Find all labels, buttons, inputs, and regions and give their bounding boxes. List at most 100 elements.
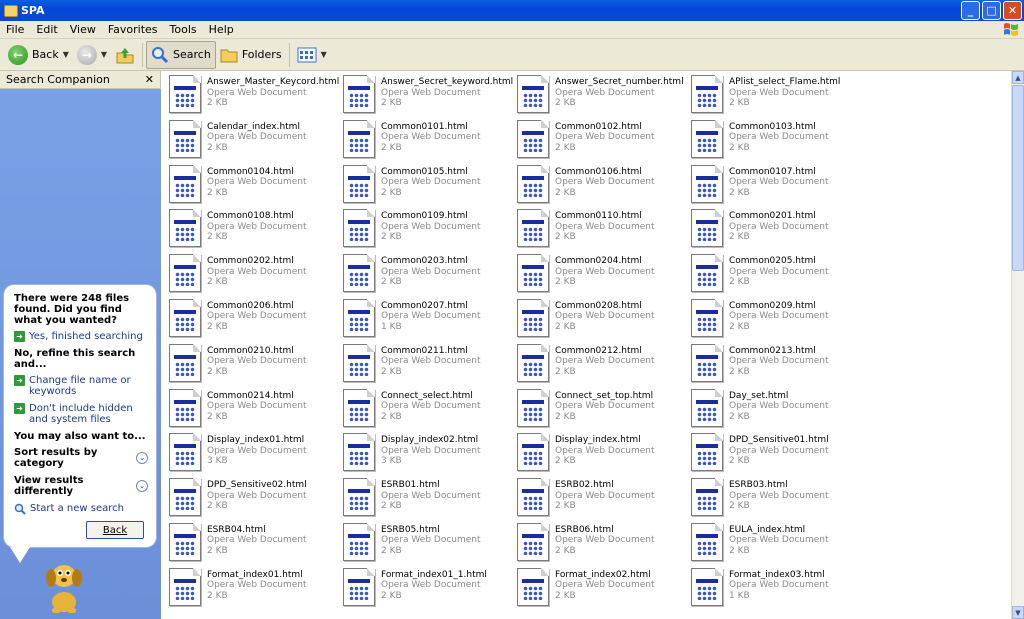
file-item[interactable]: Common0203.html Opera Web Document 2 KB: [343, 254, 517, 299]
file-item[interactable]: Common0108.html Opera Web Document 2 KB: [169, 209, 343, 254]
forward-dropdown-icon[interactable]: ▼: [101, 50, 107, 59]
opera-document-icon: [517, 388, 549, 427]
menu-help[interactable]: Help: [203, 23, 240, 36]
file-item[interactable]: Common0103.html Opera Web Document 2 KB: [691, 119, 865, 165]
file-name: Common0209.html: [729, 300, 816, 311]
file-item[interactable]: Display_index.html Opera Web Document 2 KB: [517, 433, 691, 478]
opera-document-icon: [691, 164, 723, 203]
chevron-down-icon[interactable]: ⌄: [136, 452, 148, 464]
opera-document-icon: [169, 119, 201, 158]
file-item[interactable]: Common0213.html Opera Web Document 2 KB: [691, 343, 865, 389]
file-name: Connect_set_top.html: [555, 390, 654, 401]
file-item[interactable]: Common0210.html Opera Web Document 2 KB: [169, 343, 343, 389]
back-dropdown-icon[interactable]: ▼: [63, 50, 69, 59]
sidebar-back-button[interactable]: Back: [86, 521, 144, 539]
file-item[interactable]: DPD_Sensitive01.html Opera Web Document 2 …: [691, 433, 865, 478]
file-item[interactable]: ESRB02.html Opera Web Document 2 KB: [517, 478, 691, 523]
up-folder-button[interactable]: [111, 41, 139, 69]
file-name: Common0106.html: [555, 166, 642, 177]
vertical-scrollbar[interactable]: ▲ ▼: [1011, 71, 1024, 619]
file-item[interactable]: Common0209.html Opera Web Document 2 KB: [691, 298, 865, 344]
file-item[interactable]: Common0204.html Opera Web Document 2 KB: [517, 254, 691, 299]
close-icon[interactable]: ✕: [1003, 1, 1022, 20]
file-name: Common0108.html: [207, 211, 294, 222]
file-item[interactable]: Answer_Secret_keyword.html Opera Web Docu…: [343, 75, 517, 120]
back-button[interactable]: ← Back ▼: [4, 41, 73, 69]
file-item[interactable]: ESRB05.html Opera Web Document 2 KB: [343, 522, 517, 568]
file-item[interactable]: Common0105.html Opera Web Document 2 KB: [343, 164, 517, 210]
file-item[interactable]: Format_index02.html Opera Web Document 2 K…: [517, 567, 691, 613]
scroll-down-icon[interactable]: ▼: [1012, 606, 1024, 619]
file-item[interactable]: Format_index01.html Opera Web Document 2 K…: [169, 567, 343, 613]
search-button[interactable]: Search: [146, 40, 216, 69]
minimize-icon[interactable]: _: [961, 1, 980, 20]
file-item[interactable]: Display_index01.html Opera Web Document 3 …: [169, 433, 343, 478]
exclude-hidden-link[interactable]: ➜ Don't include hidden and system files: [14, 403, 148, 425]
file-item[interactable]: Common0201.html Opera Web Document 2 KB: [691, 209, 865, 254]
file-item[interactable]: Answer_Master_Keycord.html Opera Web Docu…: [169, 75, 343, 120]
views-button[interactable]: ▼: [293, 41, 331, 69]
file-item[interactable]: Common0104.html Opera Web Document 2 KB: [169, 164, 343, 210]
file-size: 2 KB: [381, 366, 402, 377]
file-item[interactable]: Common0214.html Opera Web Document 2 KB: [169, 388, 343, 434]
menu-edit[interactable]: Edit: [30, 23, 63, 36]
opera-document-icon: [691, 433, 723, 472]
forward-button[interactable]: → ▼: [73, 41, 111, 69]
file-item[interactable]: Format_index01_1.html Opera Web Document 2…: [343, 567, 517, 613]
file-item[interactable]: Common0211.html Opera Web Document 2 KB: [343, 343, 517, 389]
opera-document-icon: [343, 209, 375, 248]
file-item[interactable]: Format_index03.html Opera Web Document 1 K…: [691, 567, 865, 613]
file-size: 2 KB: [555, 366, 576, 377]
maximize-icon[interactable]: □: [982, 1, 1001, 20]
file-item[interactable]: DPD_Sensitive02.html Opera Web Document 2 …: [169, 478, 343, 523]
file-item[interactable]: Common0102.html Opera Web Document 2 KB: [517, 119, 691, 165]
file-item[interactable]: ESRB04.html Opera Web Document 2 KB: [169, 522, 343, 568]
file-item[interactable]: Common0206.html Opera Web Document 2 KB: [169, 298, 343, 344]
file-item[interactable]: Common0205.html Opera Web Document 2 KB: [691, 254, 865, 299]
file-item[interactable]: Connect_set_top.html Opera Web Document 2 …: [517, 388, 691, 434]
file-item[interactable]: Day_set.html Opera Web Document 2 KB: [691, 388, 865, 434]
file-item[interactable]: Common0101.html Opera Web Document 2 KB: [343, 119, 517, 165]
file-type: Opera Web Document: [381, 356, 481, 367]
views-dropdown-icon[interactable]: ▼: [321, 50, 327, 59]
opera-document-icon: [517, 164, 549, 203]
file-item[interactable]: Common0106.html Opera Web Document 2 KB: [517, 164, 691, 210]
view-results-link[interactable]: View results differently ⌄: [14, 475, 148, 497]
close-pane-icon[interactable]: ✕: [145, 73, 154, 86]
file-item[interactable]: Common0212.html Opera Web Document 2 KB: [517, 343, 691, 389]
file-item[interactable]: Common0208.html Opera Web Document 2 KB: [517, 298, 691, 344]
file-item[interactable]: ESRB06.html Opera Web Document 2 KB: [517, 522, 691, 568]
file-item[interactable]: EULA_index.html Opera Web Document 2 KB: [691, 522, 865, 568]
menu-view[interactable]: View: [64, 23, 102, 36]
file-item[interactable]: Answer_Secret_number.html Opera Web Docum…: [517, 75, 691, 120]
scroll-up-icon[interactable]: ▲: [1012, 71, 1024, 84]
file-item[interactable]: Common0109.html Opera Web Document 2 KB: [343, 209, 517, 254]
chevron-down-icon[interactable]: ⌄: [136, 480, 148, 492]
change-file-name-link[interactable]: ➜ Change file name or keywords: [14, 375, 148, 397]
menu-favorites[interactable]: Favorites: [102, 23, 164, 36]
file-item[interactable]: ESRB03.html Opera Web Document 2 KB: [691, 478, 865, 523]
new-search-link[interactable]: Start a new search: [14, 503, 148, 515]
files-found-text: There were 248 files found. Did you find…: [14, 293, 130, 326]
file-item[interactable]: ESRB01.html Opera Web Document 2 KB: [343, 478, 517, 523]
opera-document-icon: [517, 298, 549, 337]
file-item[interactable]: Calendar_index.html Opera Web Document 2 K…: [169, 119, 343, 165]
menu-tools[interactable]: Tools: [164, 23, 203, 36]
file-item[interactable]: Connect_select.html Opera Web Document 2 K…: [343, 388, 517, 434]
file-item[interactable]: Display_index02.html Opera Web Document 3 …: [343, 433, 517, 478]
file-name: Connect_select.html: [381, 390, 473, 401]
file-item[interactable]: Common0107.html Opera Web Document 2 KB: [691, 164, 865, 210]
scrollbar-thumb[interactable]: [1012, 85, 1024, 271]
file-type: Opera Web Document: [381, 221, 481, 232]
file-item[interactable]: APlist_select_Flame.html Opera Web Docume…: [691, 75, 865, 120]
folders-button[interactable]: Folders: [216, 41, 286, 69]
file-item[interactable]: Common0207.html Opera Web Document 1 KB: [343, 298, 517, 344]
sort-results-link[interactable]: Sort results by category ⌄: [14, 447, 148, 469]
opera-document-icon: [691, 298, 723, 337]
file-type: Opera Web Document: [207, 356, 307, 367]
file-size: 2 KB: [207, 277, 228, 288]
file-item[interactable]: Common0202.html Opera Web Document 2 KB: [169, 254, 343, 299]
yes-finished-link[interactable]: ➜ Yes, finished searching: [14, 331, 148, 342]
menu-file[interactable]: File: [0, 23, 30, 36]
file-item[interactable]: Common0110.html Opera Web Document 2 KB: [517, 209, 691, 254]
